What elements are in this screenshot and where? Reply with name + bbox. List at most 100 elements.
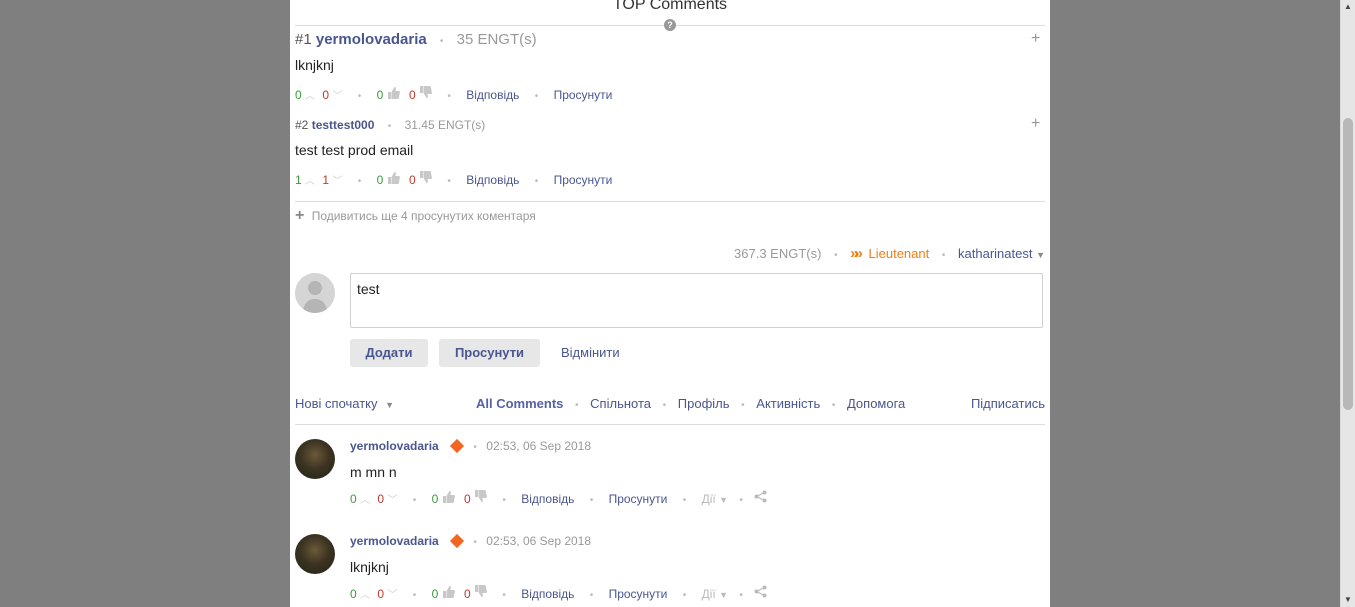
caret-down-icon: ▼ bbox=[385, 400, 395, 410]
thumbs-up-icon[interactable] bbox=[442, 586, 455, 601]
like-count: 0 bbox=[376, 173, 384, 187]
downvote-count: 0 bbox=[322, 88, 330, 102]
promote-link[interactable]: Просунути bbox=[609, 587, 668, 601]
reply-link[interactable]: Відповідь bbox=[466, 173, 519, 187]
expand-icon[interactable]: + bbox=[1031, 30, 1040, 48]
cancel-button[interactable]: Відмінити bbox=[561, 345, 620, 360]
actions-label: Дії bbox=[701, 587, 716, 601]
reply-link[interactable]: Відповідь bbox=[521, 587, 574, 601]
author-link[interactable]: testtest000 bbox=[312, 118, 375, 132]
reward-amount: 31.45 ENGT(s) bbox=[404, 118, 486, 132]
timestamp[interactable]: 02:53, 06 Sep 2018 bbox=[486, 534, 591, 548]
upvote-icon[interactable]: ︿ bbox=[305, 91, 315, 102]
upvote-count: 0 bbox=[350, 492, 357, 506]
downvote-icon[interactable]: ﹀ bbox=[332, 91, 342, 102]
author-link[interactable]: yermolovadaria bbox=[350, 534, 439, 548]
section-title: TOP Comments bbox=[612, 0, 728, 13]
dislike-count: 0 bbox=[408, 173, 416, 187]
actions-label: Дії bbox=[701, 492, 716, 506]
upvote-icon[interactable]: ︿ bbox=[305, 176, 315, 187]
actions-menu[interactable]: Дії ▼ bbox=[702, 587, 728, 601]
user-balance: 367.3 ENGT(s) bbox=[734, 246, 822, 261]
caret-down-icon[interactable]: ▼ bbox=[1036, 250, 1045, 260]
timestamp[interactable]: 02:53, 06 Sep 2018 bbox=[486, 439, 591, 453]
rank-chevrons-icon: »» bbox=[850, 245, 863, 262]
rank-number: #2 bbox=[295, 118, 309, 132]
thumbs-down-icon[interactable] bbox=[419, 171, 432, 187]
comment-text: lknjknj bbox=[350, 559, 389, 575]
comment-actions: 0 ︿ 0 ﹀ • 0 0 • Відповідь • Просунути bbox=[295, 86, 613, 102]
tab-activity[interactable]: Активність bbox=[756, 396, 820, 411]
rank-number: #1 bbox=[295, 31, 312, 48]
top-comment-header: #1 yermolovadaria • 35 ENGT(s) bbox=[295, 31, 537, 48]
dislike-count: 0 bbox=[408, 88, 416, 102]
subscribe-link[interactable]: Підписатись bbox=[971, 396, 1045, 411]
comment-actions: 0 ︿ 0 ﹀ • 0 0 • Відповідь • Просунути • … bbox=[350, 490, 767, 506]
avatar[interactable] bbox=[295, 534, 335, 574]
share-icon[interactable] bbox=[754, 490, 767, 506]
downvote-icon[interactable]: ﹀ bbox=[387, 590, 397, 601]
rank-badge-icon bbox=[449, 533, 465, 549]
add-button[interactable]: Додати bbox=[350, 339, 428, 367]
thumbs-down-icon[interactable] bbox=[474, 585, 487, 601]
author-link[interactable]: yermolovadaria bbox=[350, 439, 439, 453]
tab-help[interactable]: Допомога bbox=[847, 396, 905, 411]
sort-label: Нові спочатку bbox=[295, 396, 378, 411]
upvote-icon[interactable]: ︿ bbox=[360, 590, 370, 601]
divider bbox=[295, 424, 1045, 425]
avatar bbox=[295, 273, 335, 313]
comment-text: test test prod email bbox=[295, 142, 414, 158]
like-count: 0 bbox=[376, 88, 384, 102]
tab-all-comments[interactable]: All Comments bbox=[476, 396, 563, 411]
username-menu[interactable]: katharinatest bbox=[958, 246, 1032, 261]
help-icon[interactable]: ? bbox=[664, 19, 676, 31]
author-link[interactable]: yermolovadaria bbox=[316, 31, 427, 48]
rank-badge-icon bbox=[449, 438, 465, 454]
expand-icon[interactable]: + bbox=[1031, 115, 1040, 133]
reward-amount: 35 ENGT(s) bbox=[456, 31, 537, 48]
comment-actions: 0 ︿ 0 ﹀ • 0 0 • Відповідь • Просунути • … bbox=[350, 585, 767, 601]
downvote-icon[interactable]: ﹀ bbox=[332, 176, 342, 187]
reply-link[interactable]: Відповідь bbox=[521, 492, 574, 506]
thumbs-down-icon[interactable] bbox=[474, 490, 487, 506]
downvote-count: 1 bbox=[322, 173, 330, 187]
downvote-icon[interactable]: ﹀ bbox=[387, 495, 397, 506]
promote-button[interactable]: Просунути bbox=[439, 339, 540, 367]
promote-link[interactable]: Просунути bbox=[554, 173, 613, 187]
upvote-count: 1 bbox=[295, 173, 302, 187]
user-rank[interactable]: Lieutenant bbox=[869, 246, 930, 261]
promote-link[interactable]: Просунути bbox=[554, 88, 613, 102]
comment-actions: 1 ︿ 1 ﹀ • 0 0 • Відповідь • Просунути bbox=[295, 171, 613, 187]
page-scrollbar[interactable]: ▲ ▼ bbox=[1340, 0, 1355, 607]
plus-icon: + bbox=[295, 207, 305, 224]
more-promoted-label: Подивитись ще 4 просунутих коментаря bbox=[311, 209, 536, 223]
upvote-icon[interactable]: ︿ bbox=[360, 495, 370, 506]
more-promoted-link[interactable]: + Подивитись ще 4 просунутих коментаря bbox=[295, 207, 536, 225]
promote-link[interactable]: Просунути bbox=[609, 492, 668, 506]
tab-profile[interactable]: Профіль bbox=[678, 396, 730, 411]
top-comment-header: #2 testtest000 • 31.45 ENGT(s) bbox=[295, 118, 486, 132]
thumbs-down-icon[interactable] bbox=[419, 86, 432, 102]
scroll-down-icon[interactable]: ▼ bbox=[1344, 595, 1352, 604]
like-count: 0 bbox=[431, 492, 439, 506]
avatar[interactable] bbox=[295, 439, 335, 479]
share-icon[interactable] bbox=[754, 585, 767, 601]
thumbs-up-icon[interactable] bbox=[442, 491, 455, 506]
comment-header: yermolovadaria • 02:53, 06 Sep 2018 bbox=[350, 438, 592, 454]
sort-dropdown[interactable]: Нові спочатку ▼ bbox=[295, 396, 394, 411]
divider bbox=[295, 201, 1045, 202]
comment-header: yermolovadaria • 02:53, 06 Sep 2018 bbox=[350, 533, 592, 549]
scroll-up-icon[interactable]: ▲ bbox=[1344, 2, 1352, 11]
dislike-count: 0 bbox=[463, 492, 471, 506]
thumbs-up-icon[interactable] bbox=[387, 172, 400, 187]
upvote-count: 0 bbox=[295, 88, 302, 102]
comment-input[interactable]: test bbox=[350, 273, 1043, 328]
comment-text: lknjknj bbox=[295, 57, 334, 73]
tab-community[interactable]: Спільнота bbox=[590, 396, 651, 411]
scrollbar-thumb[interactable] bbox=[1343, 118, 1353, 410]
like-count: 0 bbox=[431, 587, 439, 601]
reply-link[interactable]: Відповідь bbox=[466, 88, 519, 102]
user-bar: 367.3 ENGT(s) • »» Lieutenant • katharin… bbox=[734, 245, 1045, 262]
thumbs-up-icon[interactable] bbox=[387, 87, 400, 102]
actions-menu[interactable]: Дії ▼ bbox=[702, 492, 728, 506]
